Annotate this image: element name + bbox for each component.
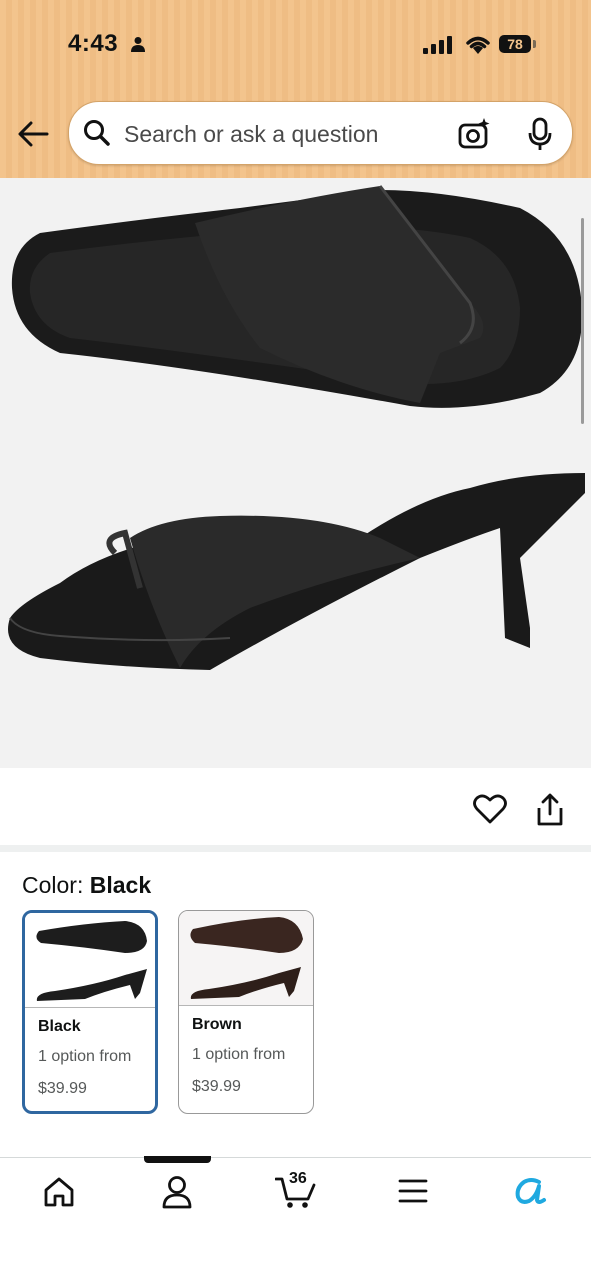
swatch-price: $39.99 <box>192 1078 241 1095</box>
battery-cap <box>533 40 536 48</box>
cell-signal-icon <box>423 36 452 54</box>
selected-color: Black <box>89 872 152 898</box>
product-image[interactable] <box>0 178 591 768</box>
swatch-name: Brown <box>192 1016 242 1033</box>
header: 4:43 78 Search or ask a question <box>0 0 591 178</box>
swatch-image-black <box>25 913 155 1008</box>
section-divider <box>0 845 591 852</box>
active-tab-indicator <box>144 1156 211 1163</box>
color-label: Color: Black <box>22 872 151 899</box>
search-bar[interactable]: Search or ask a question <box>68 101 573 165</box>
image-scrollbar[interactable] <box>581 218 584 424</box>
person-status-icon <box>131 37 145 52</box>
search-input[interactable]: Search or ask a question <box>124 121 378 148</box>
swatch-options: 1 option from <box>192 1046 286 1063</box>
heart-icon[interactable] <box>473 793 507 825</box>
menu-icon[interactable] <box>398 1178 428 1204</box>
sandal-illustration <box>8 185 585 670</box>
swatch-options: 1 option from <box>38 1048 132 1065</box>
color-swatch-brown[interactable]: Brown 1 option from $39.99 <box>178 910 314 1114</box>
microphone-icon[interactable] <box>528 117 552 151</box>
color-swatch-black[interactable]: Black 1 option from $39.99 <box>22 910 158 1114</box>
swatch-image-brown <box>179 911 313 1006</box>
swatch-name: Black <box>38 1018 81 1035</box>
search-icon <box>84 120 110 146</box>
status-time: 4:43 <box>68 30 119 57</box>
cart-count: 36 <box>289 1170 307 1187</box>
share-icon[interactable] <box>535 793 565 827</box>
swatch-price: $39.99 <box>38 1080 87 1097</box>
account-icon[interactable] <box>161 1175 193 1209</box>
color-prefix: Color: <box>22 872 90 898</box>
rufus-assistant-icon[interactable] <box>513 1176 547 1206</box>
back-arrow-icon[interactable] <box>17 120 49 148</box>
battery-indicator: 78 <box>499 35 531 53</box>
home-icon[interactable] <box>42 1176 76 1208</box>
camera-search-icon[interactable] <box>457 117 491 151</box>
wifi-icon <box>466 36 490 54</box>
